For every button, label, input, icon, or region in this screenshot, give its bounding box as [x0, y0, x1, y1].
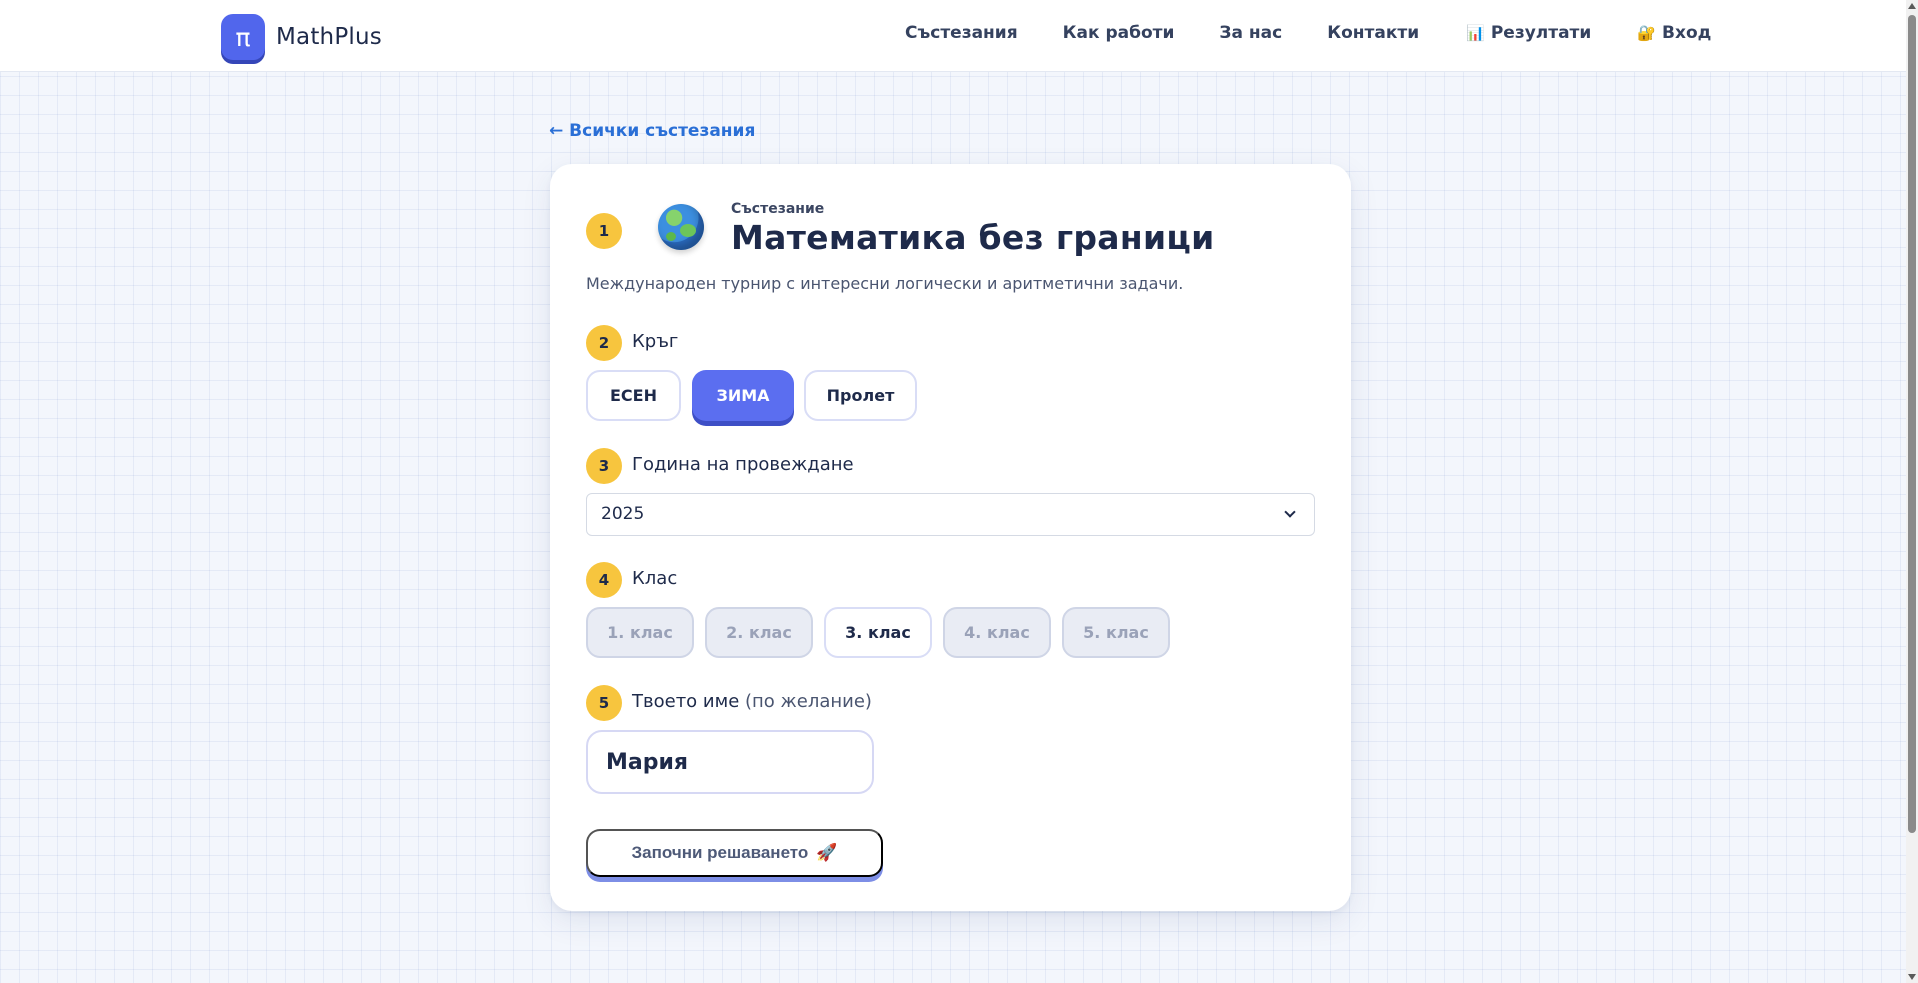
year-label: Година на провеждане	[632, 454, 854, 475]
round-option-autumn[interactable]: ЕСЕН	[586, 370, 681, 421]
year-select-value: 2025	[601, 504, 645, 524]
name-label: Твоето име (по желание)	[632, 691, 872, 712]
main-nav: Състезания Как работи За нас Контакти 📊 Р…	[905, 23, 1711, 43]
globe-icon	[658, 204, 704, 250]
competition-label: Състезание	[731, 201, 825, 217]
scroll-up-arrow-icon[interactable]	[1908, 3, 1916, 9]
nav-link-contacts[interactable]: Контакти	[1327, 23, 1419, 43]
step-badge-2: 2	[586, 325, 622, 361]
scroll-down-arrow-icon[interactable]	[1908, 974, 1916, 980]
competition-title: Математика без граници	[731, 218, 1215, 257]
step-badge-4: 4	[586, 562, 622, 598]
grade-option-2[interactable]: 2. клас	[705, 607, 813, 658]
competition-setup-card: 1 Състезание Математика без граници Межд…	[550, 164, 1351, 911]
nav-link-competitions[interactable]: Състезания	[905, 23, 1018, 43]
pi-logo-icon: π	[221, 14, 265, 60]
nav-link-results[interactable]: 📊 Резултати	[1466, 23, 1591, 43]
chevron-down-icon	[1284, 506, 1296, 518]
name-optional-hint: (по желание)	[745, 691, 872, 712]
competition-description: Международен турнир с интересни логическ…	[586, 274, 1184, 293]
rocket-icon: 🚀	[816, 843, 838, 862]
bar-chart-icon: 📊	[1466, 24, 1485, 42]
nav-link-about[interactable]: За нас	[1219, 23, 1282, 43]
grade-label: Клас	[632, 568, 678, 589]
name-label-text: Твоето име	[632, 691, 740, 712]
scroll-thumb[interactable]	[1908, 15, 1916, 833]
lock-icon: 🔐	[1637, 24, 1657, 42]
grade-option-3[interactable]: 3. клас	[824, 607, 932, 658]
nav-link-login[interactable]: 🔐 Вход	[1637, 23, 1711, 43]
name-input[interactable]: Мария	[586, 730, 874, 794]
start-solving-label: Започни решаването	[631, 843, 809, 862]
nav-link-how-it-works[interactable]: Как работи	[1063, 23, 1175, 43]
brand-name: MathPlus	[276, 24, 382, 50]
round-option-winter[interactable]: ЗИМА	[692, 370, 794, 421]
brand-logo[interactable]: π MathPlus	[221, 14, 382, 60]
year-select[interactable]: 2025	[586, 493, 1315, 536]
top-navbar: π MathPlus Състезания Как работи За нас …	[0, 0, 1906, 72]
step-badge-1: 1	[586, 213, 622, 249]
grade-option-4[interactable]: 4. клас	[943, 607, 1051, 658]
page-scrollbar[interactable]	[1906, 0, 1918, 983]
round-label: Кръг	[632, 331, 679, 352]
grade-option-5[interactable]: 5. клас	[1062, 607, 1170, 658]
back-to-competitions-link[interactable]: ← Всички състезания	[549, 121, 755, 141]
round-option-spring[interactable]: Пролет	[804, 370, 917, 421]
grade-option-1[interactable]: 1. клас	[586, 607, 694, 658]
step-badge-5: 5	[586, 685, 622, 721]
step-badge-3: 3	[586, 448, 622, 484]
start-solving-button[interactable]: Започни решаването 🚀	[586, 829, 883, 877]
